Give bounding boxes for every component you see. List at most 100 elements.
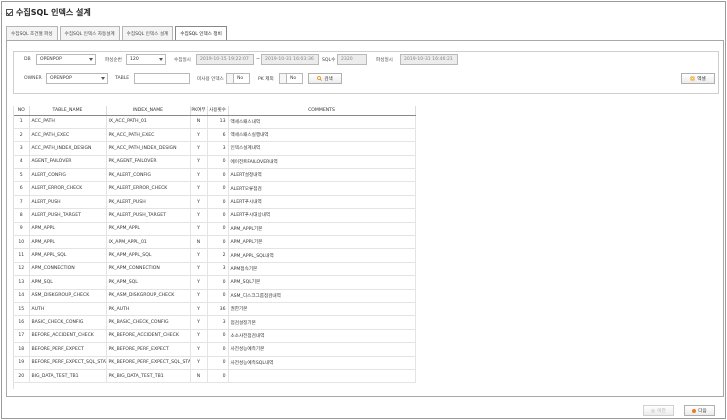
col-table-name-cell: ACC_PATH_INDEX_DESIGN [29, 141, 107, 156]
prev-button[interactable]: 이전 [643, 405, 674, 416]
col-no-cell: 2 [14, 128, 30, 143]
col-no-cell: 18 [14, 342, 30, 357]
col-usage-count-cell: 0 [207, 275, 229, 290]
parse-seq-select-value: 120 [130, 57, 139, 62]
chevron-down-icon [159, 58, 163, 61]
col-index-name-cell: IX_ACC_PATH_01 [106, 115, 191, 129]
next-button[interactable]: 다음 [684, 405, 715, 416]
col-no-cell: 11 [14, 248, 30, 263]
search-button[interactable]: 검색 [308, 73, 342, 84]
parse-date-label: 파싱일시 [376, 58, 393, 63]
col-index-name-cell: IX_APM_APPL_01 [106, 235, 191, 250]
prev-icon [651, 408, 656, 413]
parse-seq-label: 파싱순번 [105, 58, 122, 63]
col-comments-cell: 소소사전점검내역 [228, 329, 416, 344]
toggle-knob [280, 74, 287, 83]
table-row[interactable]: 15 AUTH PK_AUTH Y 36 권한기본 [14, 302, 416, 317]
col-usage-count-cell: 36 [207, 302, 229, 317]
pk-exclude-toggle[interactable]: No [279, 73, 303, 84]
excel-button-label: 엑셀 [697, 76, 706, 82]
table-row[interactable]: 11 APM_APPL_SQL PK_APM_APPL_SQL Y 2 APM_APPL_… [14, 248, 416, 263]
main-window: 수집SQL 인덱스 설계 수집SQL 조건절 파싱 수집SQL 인덱스 자동설계… [1, 1, 726, 419]
table-row[interactable]: 19 BEFORE_PERF_EXPECT_SQL_STAT PK_BEFORE_P… [14, 356, 416, 370]
col-usage-count-cell: 2 [207, 248, 229, 263]
col-comments-cell: 액세스패스내역 [228, 115, 416, 129]
col-pk-cell: Y [190, 195, 208, 210]
table-row[interactable]: 9 APM_APPL PK_APM_APPL Y 0 APM_APPL기본 [14, 222, 416, 237]
content-panel: DB OPENPOP 파싱순번 120 수집일시 2019-10-15 19:2… [6, 40, 724, 397]
chevron-down-icon [101, 77, 105, 80]
unused-index-toggle-value: No [237, 76, 244, 81]
col-table-name-cell: AGENT_FAILOVER [29, 155, 107, 170]
table-row[interactable]: 13 APM_SQL PK_APM_SQL Y 0 APM_SQL기본 [14, 275, 416, 290]
col-index-name-cell: PK_APM_SQL [106, 275, 191, 290]
table-row[interactable]: 8 ALERT_PUSH_TARGET PK_ALERT_PUSH_TARGET Y 0… [14, 208, 416, 223]
col-no-cell: 4 [14, 155, 30, 170]
col-pk-cell: Y [190, 315, 208, 330]
table-row[interactable]: 6 ALERT_ERROR_CHECK PK_ALERT_ERROR_CHECK Y 0… [14, 181, 416, 196]
table-row[interactable]: 2 ACC_PATH_EXEC PK_ACC_PATH_EXEC Y 6 액세스패스실행내… [14, 128, 416, 143]
col-index-name-cell: PK_BIG_DATA_TEST_TB1 [106, 369, 191, 384]
table-row[interactable]: 7 ALERT_PUSH PK_ALERT_PUSH Y 0 ALERT푸시내역 [14, 195, 416, 210]
col-comments-cell: 사전성능예측SQL내역 [228, 356, 416, 370]
col-no-cell: 5 [14, 168, 30, 183]
col-index-name-cell: PK_BASIC_CHECK_CONFIG [106, 315, 191, 330]
tab-sql-index-auto-design[interactable]: 수집SQL 인덱스 자동설계 [59, 26, 120, 40]
db-select[interactable]: OPENPOP [36, 54, 96, 65]
col-index-name-cell: PK_ACC_PATH_INDEX_DESIGN [106, 141, 191, 156]
col-no-cell: 12 [14, 262, 30, 277]
col-index-name-cell: PK_BEFORE_PERF_EXPECT [106, 342, 191, 357]
tab-sql-where-parsing[interactable]: 수집SQL 조건절 파싱 [6, 26, 58, 40]
col-no-cell: 14 [14, 289, 30, 303]
col-pk-cell: Y [190, 168, 208, 183]
col-usage-count-cell: 13 [207, 115, 229, 129]
col-comments-header[interactable]: COMMENTS [228, 106, 416, 116]
table-row[interactable]: 16 BASIC_CHECK_CONFIG PK_BASIC_CHECK_CONFI… [14, 315, 416, 330]
col-usage-count-cell: 0 [207, 155, 229, 170]
collect-date-from: 2019-10-15 19:22:07 [196, 54, 254, 65]
col-table-name-cell: ALERT_CONFIG [29, 168, 107, 183]
excel-button[interactable]: 엑셀 [681, 73, 715, 84]
col-usage-count-cell: 0 [207, 342, 229, 357]
col-pk-header[interactable]: PK여부 [190, 106, 208, 116]
table-row[interactable]: 20 BIG_DATA_TEST_TB1 PK_BIG_DATA_TEST_TB1 N… [14, 369, 416, 384]
col-pk-cell: Y [190, 181, 208, 196]
table-row[interactable]: 17 BEFORE_ACCIDENT_CHECK PK_BEFORE_ACCIDEN… [14, 329, 416, 344]
owner-select[interactable]: OPENPOP [46, 73, 108, 84]
col-comments-cell: 권한기본 [228, 302, 416, 317]
col-table-name-cell: APM_SQL [29, 275, 107, 290]
table-label: TABLE [115, 76, 130, 81]
table-row[interactable]: 3 ACC_PATH_INDEX_DESIGN PK_ACC_PATH_INDEX_… [14, 141, 416, 156]
parse-date-value: 2019-10-31 16:46:21 [400, 54, 458, 65]
col-index-name-cell: PK_AUTH [106, 302, 191, 317]
col-no-cell: 10 [14, 235, 30, 250]
col-usage-count-cell: 0 [207, 329, 229, 344]
col-usage-count-header[interactable]: 사용횟수 [207, 106, 229, 116]
table-row[interactable]: 5 ALERT_CONFIG PK_ALERT_CONFIG Y 0 ALERT설정내역 [14, 168, 416, 183]
col-usage-count-cell: 0 [207, 289, 229, 303]
table-row[interactable]: 14 ASM_DISKGROUP_CHECK PK_ASM_DISKGROUP_CH… [14, 289, 416, 303]
col-pk-cell: N [190, 369, 208, 384]
table-row[interactable]: 1 ACC_PATH IX_ACC_PATH_01 N 13 액세스패스내역 [14, 115, 416, 129]
col-index-name-header[interactable]: INDEX_NAME [106, 106, 191, 116]
col-pk-cell: Y [190, 275, 208, 290]
unused-index-label: 미사용 인덱스 [197, 77, 224, 82]
pk-exclude-toggle-value: No [290, 76, 297, 81]
parse-seq-select[interactable]: 120 [126, 54, 166, 65]
table-row[interactable]: 18 BEFORE_PERF_EXPECT PK_BEFORE_PERF_EXPEC… [14, 342, 416, 357]
unused-index-toggle[interactable]: No [226, 73, 250, 84]
pk-exclude-label: PK 제외 [258, 77, 274, 82]
tab-bar: 수집SQL 조건절 파싱 수집SQL 인덱스 자동설계 수집SQL 인덱스 설계… [6, 26, 229, 40]
col-comments-cell: ASM_디스크그룹점검내역 [228, 289, 416, 303]
tab-sql-index-design[interactable]: 수집SQL 인덱스 설계 [121, 26, 174, 40]
db-label: DB [24, 57, 31, 62]
tab-sql-index-maintenance[interactable]: 수집SQL 인덱스 정비 [175, 26, 227, 40]
col-comments-cell: ALERT오류점검 [228, 181, 416, 196]
col-index-name-cell: PK_ALERT_PUSH [106, 195, 191, 210]
col-table-name-header[interactable]: TABLE_NAME [29, 106, 107, 116]
table-row[interactable]: 10 APM_APPL IX_APM_APPL_01 N 0 APM_APPL기본 [14, 235, 416, 250]
table-input[interactable] [134, 73, 190, 84]
col-no-header[interactable]: NO [14, 106, 30, 116]
table-row[interactable]: 4 AGENT_FAILOVER PK_AGENT_FAILOVER Y 0 에이전트FA… [14, 155, 416, 170]
table-row[interactable]: 12 APM_CONNECTION PK_APM_CONNECTION Y 3 APM접속… [14, 262, 416, 277]
